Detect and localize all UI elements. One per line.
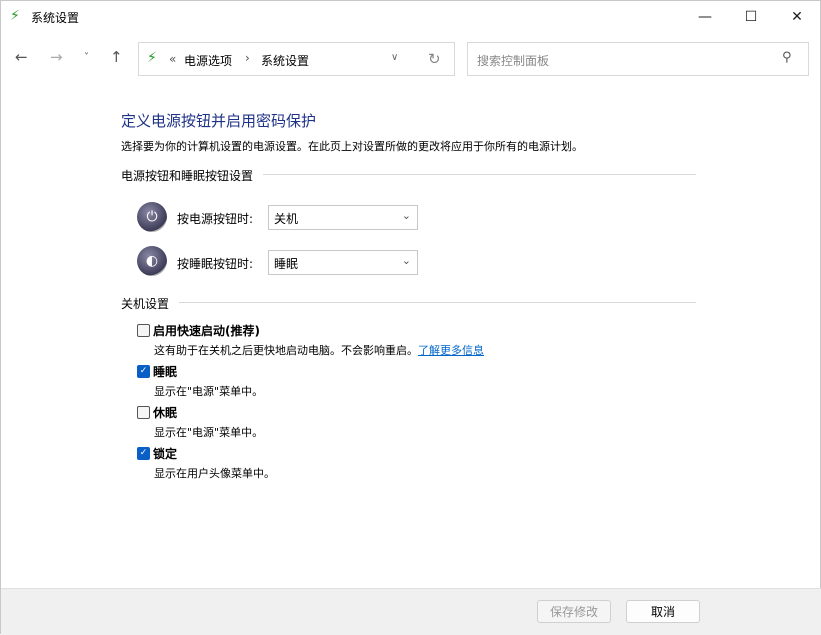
page-title: 定义电源按钮并启用密码保护: [121, 112, 317, 130]
hibernate-label[interactable]: 休眠: [153, 404, 177, 421]
power-button-label: 按电源按钮时:: [177, 212, 254, 226]
up-button[interactable]: ↑: [110, 48, 123, 66]
search-icon[interactable]: ⚲: [782, 50, 792, 65]
fast-startup-label[interactable]: 启用快速启动(推荐): [153, 322, 260, 339]
save-changes-button[interactable]: 保存修改: [537, 600, 611, 623]
maximize-button[interactable]: ☐: [728, 1, 774, 33]
power-options-icon: ⚡: [10, 8, 20, 24]
sleep-button-action-select[interactable]: 睡眠 ⌄: [268, 250, 418, 275]
power-button-icon: ⏻: [137, 202, 167, 232]
refresh-icon[interactable]: ↻: [428, 50, 441, 68]
chevron-down-icon: ⌄: [401, 254, 411, 267]
divider: [179, 302, 696, 303]
power-button-action-select[interactable]: 关机 ⌄: [268, 205, 418, 230]
cancel-button[interactable]: 取消: [626, 600, 700, 623]
sleep-button-icon: ◐: [137, 246, 167, 276]
fast-startup-description: 这有助于在关机之后更快地启动电脑。不会影响重启。了解更多信息: [154, 342, 484, 358]
window-title: 系统设置: [31, 11, 80, 25]
power-options-icon: ⚡: [147, 50, 157, 66]
back-button[interactable]: ←: [15, 48, 28, 66]
hibernate-description: 显示在"电源"菜单中。: [154, 426, 264, 439]
breadcrumb-separator-icon: ›: [245, 51, 250, 65]
forward-button[interactable]: →: [50, 48, 63, 66]
section-buttons: 电源按钮和睡眠按钮设置: [121, 169, 254, 183]
address-dropdown-icon[interactable]: ∨: [391, 52, 398, 63]
sleep-button-label: 按睡眠按钮时:: [177, 257, 254, 271]
title-bar: ⚡ 系统设置 — ☐ ✕: [1, 1, 821, 33]
close-button[interactable]: ✕: [774, 1, 820, 33]
search-box[interactable]: 搜索控制面板 ⚲: [467, 42, 809, 76]
lock-description: 显示在用户头像菜单中。: [154, 467, 275, 480]
lock-checkbox[interactable]: ✓: [137, 447, 150, 460]
search-input[interactable]: 搜索控制面板: [477, 52, 549, 69]
sleep-description: 显示在"电源"菜单中。: [154, 385, 264, 398]
breadcrumb-power-options[interactable]: 电源选项: [184, 52, 232, 69]
page-description: 选择要为你的计算机设置的电源设置。在此页上对设置所做的更改将应用于你所有的电源计…: [121, 140, 583, 153]
divider: [263, 174, 696, 175]
sleep-checkbox[interactable]: ✓: [137, 365, 150, 378]
breadcrumb-system-settings[interactable]: 系统设置: [261, 52, 309, 69]
lock-label[interactable]: 锁定: [153, 445, 177, 462]
sleep-label[interactable]: 睡眠: [153, 363, 177, 380]
sleep-select-value: 睡眠: [274, 257, 299, 271]
recent-dropdown-button[interactable]: ˅: [84, 52, 89, 63]
fast-startup-desc-text: 这有助于在关机之后更快地启动电脑。不会影响重启。: [154, 344, 418, 357]
minimize-button[interactable]: —: [682, 1, 728, 33]
fast-startup-checkbox[interactable]: [137, 324, 150, 337]
address-bar[interactable]: ⚡ « 电源选项 › 系统设置 ∨ ↻: [138, 42, 455, 76]
learn-more-link[interactable]: 了解更多信息: [418, 344, 484, 357]
power-select-value: 关机: [274, 212, 299, 226]
breadcrumb-overflow[interactable]: «: [169, 52, 176, 66]
section-shutdown: 关机设置: [121, 297, 170, 311]
hibernate-checkbox[interactable]: [137, 406, 150, 419]
chevron-down-icon: ⌄: [401, 209, 411, 222]
